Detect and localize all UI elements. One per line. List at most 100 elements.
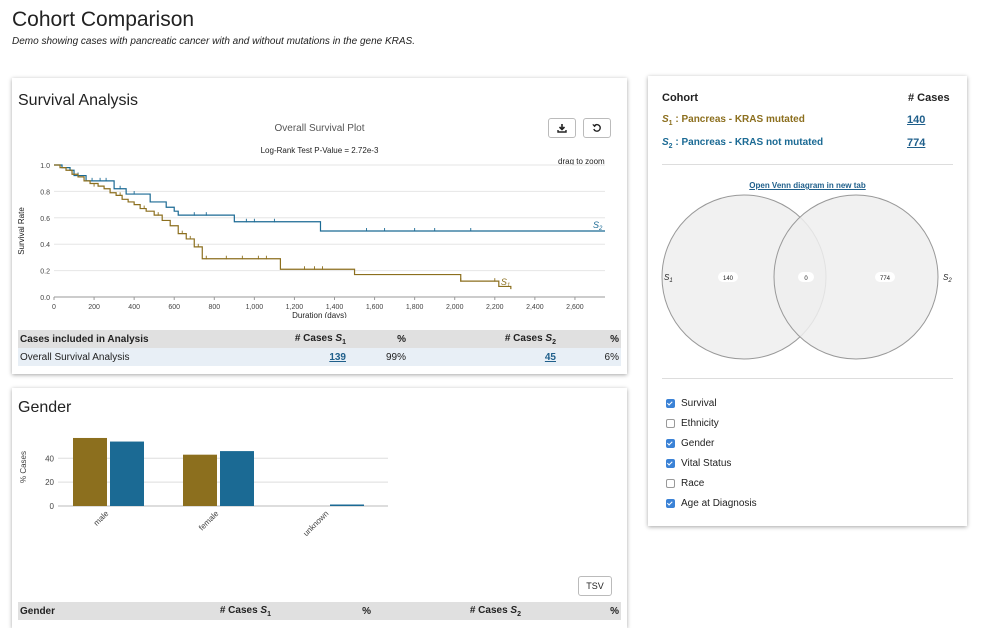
x-tick-label: 1,600 xyxy=(366,304,384,311)
y-tick-label: 0 xyxy=(50,502,55,511)
facet-label: Race xyxy=(681,478,705,489)
bar-male-s2 xyxy=(110,441,144,506)
s2-pct: 6% xyxy=(558,348,621,366)
y-tick-label: 0.4 xyxy=(40,242,50,249)
checkbox[interactable] xyxy=(666,419,675,428)
y-tick-label: 0.2 xyxy=(40,269,50,276)
cases-header: # Cases xyxy=(908,92,950,104)
bar-male-s1 xyxy=(73,437,107,506)
gender-col-s1-count: # Cases S1 xyxy=(208,602,273,620)
x-tick-label: 1,000 xyxy=(246,304,264,311)
gender-card: Gender 0 20 40 % Cases male female unknown TSV… xyxy=(12,388,627,628)
facet-ethnicity[interactable]: Ethnicity xyxy=(666,418,719,429)
x-tick-label: 1,400 xyxy=(326,304,344,311)
y-axis-label: Survival Rate xyxy=(17,207,26,255)
cohort-s2-name: S2 : Pancreas - KRAS not mutated xyxy=(662,137,824,150)
checkbox[interactable] xyxy=(666,439,675,448)
survival-cases-table: Cases included in Analysis # Cases S1 % … xyxy=(18,330,621,366)
venn-s2-label: S2 xyxy=(943,273,952,284)
x-tick-label: male xyxy=(92,509,111,528)
pvalue-text: Log-Rank Test P-Value = 2.72e-3 xyxy=(260,146,379,155)
x-tick-label: 2,400 xyxy=(526,304,544,311)
gender-title: Gender xyxy=(18,399,72,416)
venn-s1-only: 140 xyxy=(723,276,734,282)
x-tick-label: 0 xyxy=(52,304,56,311)
survival-analysis-card: Survival Analysis Overall Survival Plot … xyxy=(12,78,627,374)
facet-race[interactable]: Race xyxy=(666,478,704,489)
cohort-card: Cohort # Cases S1 : Pancreas - KRAS muta… xyxy=(648,76,967,526)
survival-curve-s2 xyxy=(54,164,605,232)
cohort-header: Cohort xyxy=(662,92,699,104)
gender-col-s2-pct: % xyxy=(523,602,621,620)
gender-col-header: Gender xyxy=(18,602,208,620)
col-header-s1-pct: % xyxy=(348,330,408,348)
y-tick-label: 0.0 xyxy=(40,295,50,302)
cohort-s2-count-link[interactable]: 774 xyxy=(907,137,925,149)
download-icon xyxy=(557,124,567,133)
facet-gender[interactable]: Gender xyxy=(666,438,714,449)
x-tick-label: 1,200 xyxy=(286,304,304,311)
s2-cases-link[interactable]: 45 xyxy=(545,352,556,363)
gender-bar-chart[interactable]: 0 20 40 % Cases male female unknown xyxy=(12,428,412,568)
y-tick-label: 0.6 xyxy=(40,216,50,223)
cohort-s1-name: S1 : Pancreas - KRAS mutated xyxy=(662,114,805,127)
facet-survival[interactable]: Survival xyxy=(666,398,717,409)
tsv-button[interactable]: TSV xyxy=(578,576,612,596)
divider xyxy=(662,378,953,379)
series-label-s2: S2 xyxy=(593,220,603,232)
download-button[interactable] xyxy=(548,118,576,138)
col-header-s2-pct: % xyxy=(558,330,621,348)
y-axis-label: % Cases xyxy=(19,451,28,483)
x-tick-label: 2,200 xyxy=(486,304,504,311)
x-tick-label: 800 xyxy=(208,304,220,311)
x-tick-label: 2,000 xyxy=(446,304,464,311)
col-header-s1-count: # Cases S1 xyxy=(208,330,348,348)
facet-age-at-diagnosis[interactable]: Age at Diagnosis xyxy=(666,498,757,509)
x-axis-label: Duration (days) xyxy=(292,311,347,318)
survival-title: Survival Analysis xyxy=(18,92,139,109)
bar-unknown-s2 xyxy=(330,504,364,506)
reset-zoom-button[interactable] xyxy=(583,118,611,138)
gender-col-s1-pct: % xyxy=(273,602,373,620)
open-venn-link[interactable]: Open Venn diagram in new tab xyxy=(648,181,967,190)
x-tick-label: female xyxy=(197,509,221,533)
row-label: Overall Survival Analysis xyxy=(18,348,208,366)
plot-title: Overall Survival Plot xyxy=(274,123,365,134)
venn-diagram[interactable]: S1 S2 140 0 774 xyxy=(648,190,967,370)
bar-female-s1 xyxy=(183,454,217,506)
y-tick-label: 20 xyxy=(45,478,54,487)
venn-s2-only: 774 xyxy=(880,276,891,282)
checkbox[interactable] xyxy=(666,499,675,508)
checkbox[interactable] xyxy=(666,399,675,408)
facet-label: Age at Diagnosis xyxy=(681,498,757,509)
gender-col-s2-count: # Cases S2 xyxy=(373,602,523,620)
table-row: Overall Survival Analysis 139 99% 45 6% xyxy=(18,348,621,366)
reset-icon xyxy=(592,123,601,132)
survival-plot[interactable]: 0.0 0.2 0.4 0.6 0.8 1.0 0 200 400 600 800 1,000 1,20… xyxy=(12,158,627,318)
x-tick-label: 600 xyxy=(168,304,180,311)
gender-table: Gender # Cases S1 % # Cases S2 % xyxy=(18,602,621,620)
y-tick-label: 40 xyxy=(45,454,54,463)
facet-label: Survival xyxy=(681,398,717,409)
y-tick-label: 0.8 xyxy=(40,189,50,196)
checkbox[interactable] xyxy=(666,459,675,468)
y-tick-label: 1.0 xyxy=(40,163,50,170)
facet-label: Gender xyxy=(681,438,715,449)
checkbox[interactable] xyxy=(666,479,675,488)
x-tick-label: unknown xyxy=(301,509,330,538)
page-subtitle: Demo showing cases with pancreatic cance… xyxy=(12,36,415,47)
facet-label: Ethnicity xyxy=(681,418,719,429)
bar-female-s2 xyxy=(220,451,254,506)
series-label-s1: S1 xyxy=(501,277,510,289)
x-tick-label: 400 xyxy=(128,304,140,311)
x-tick-label: 1,800 xyxy=(406,304,424,311)
col-header-s2-count: # Cases S2 xyxy=(408,330,558,348)
s1-pct: 99% xyxy=(348,348,408,366)
facet-label: Vital Status xyxy=(681,458,732,469)
s1-cases-link[interactable]: 139 xyxy=(329,352,346,363)
col-header-cases: Cases included in Analysis xyxy=(18,330,208,348)
facet-vital-status[interactable]: Vital Status xyxy=(666,458,731,469)
cohort-s1-count-link[interactable]: 140 xyxy=(907,114,925,126)
x-tick-label: 200 xyxy=(88,304,100,311)
page-title: Cohort Comparison xyxy=(12,8,195,31)
